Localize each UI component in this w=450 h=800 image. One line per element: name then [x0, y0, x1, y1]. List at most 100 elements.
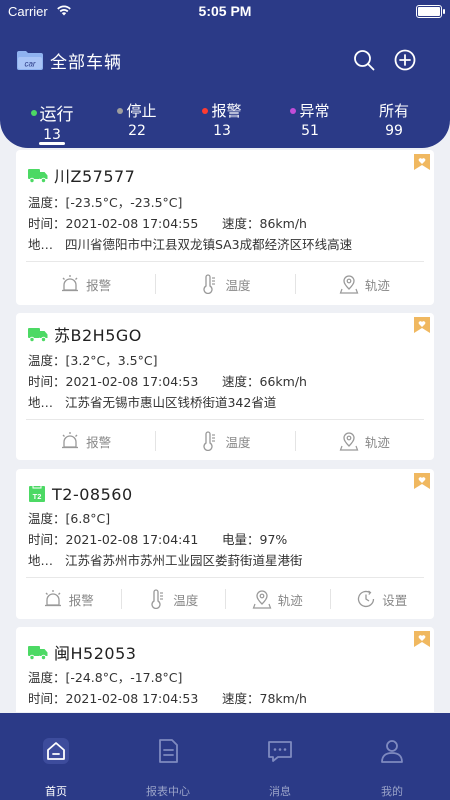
home-icon [43, 738, 69, 764]
bookmark-icon[interactable] [414, 473, 430, 489]
temperature-row: 温度：[-24.8°C，-17.8°C] [28, 670, 183, 685]
card-actions: 报警 温度 轨迹 [16, 264, 434, 304]
battery-value: 97% [259, 532, 288, 547]
tab-label: 所有 [378, 102, 409, 120]
tab-label: 停止 [126, 102, 157, 120]
temperature-value: [6.8°C] [65, 511, 111, 526]
temperature-value: [3.2°C，3.5°C] [65, 353, 158, 368]
tab-stopped[interactable]: 停止 22 [97, 100, 177, 139]
track-label: 轨迹 [277, 592, 303, 608]
time-value: 2021-02-08 17:04:55 [65, 216, 199, 231]
temperature-button[interactable]: 温度 [155, 264, 294, 304]
vehicle-card[interactable]: 闽H52053 温度：[-24.8°C，-17.8°C] 时间：2021-02-… [16, 627, 434, 712]
vehicle-card[interactable]: 苏B2H5GO 温度：[3.2°C，3.5°C] 时间：2021-02-08 1… [16, 313, 434, 460]
tab-label: 运行 [39, 105, 74, 125]
plate-number: 苏B2H5GO [54, 326, 142, 345]
speed-value: 66km/h [259, 374, 307, 389]
alarm-dot [202, 107, 209, 114]
time-row: 时间：2021-02-08 17:04:55 速度：86km/h [28, 216, 307, 231]
add-icon[interactable] [393, 48, 417, 72]
time-row: 时间：2021-02-08 17:04:53 速度：78km/h [28, 691, 307, 706]
track-button[interactable]: 轨迹 [294, 264, 434, 304]
card-actions: 报警 温度 轨迹 [16, 421, 434, 461]
tab-label: 异常 [299, 102, 330, 120]
tabbar-label: 报表中心 [146, 785, 190, 798]
time-value: 2021-02-08 17:04:53 [65, 691, 199, 706]
track-button[interactable]: 轨迹 [225, 579, 330, 619]
svg-text:car: car [24, 60, 35, 69]
vehicle-card[interactable]: 川Z57577 温度：[-23.5°C，-23.5°C] 时间：2021-02-… [16, 150, 434, 305]
settings-label: 设置 [382, 592, 408, 608]
tab-abnormal[interactable]: 异常 51 [270, 100, 350, 139]
tab-count: 99 [385, 123, 403, 139]
track-button[interactable]: 轨迹 [294, 421, 434, 461]
svg-text:T2: T2 [33, 492, 42, 501]
tabbar-report[interactable]: 报表中心 [112, 713, 224, 800]
thermometer-icon [203, 274, 216, 294]
truck-icon [28, 169, 48, 183]
profile-icon [381, 740, 403, 763]
vehicle-list[interactable]: 川Z57577 温度：[-23.5°C，-23.5°C] 时间：2021-02-… [16, 150, 434, 712]
bottom-tab-bar: 首页 报表中心 消息 我的 [0, 713, 450, 800]
stopped-dot [117, 107, 124, 114]
status-bar: Carrier 5:05 PM [0, 0, 450, 24]
title-bar: car 全部车辆 [16, 44, 122, 76]
plate-number: T2-08560 [52, 484, 133, 504]
card-divider [26, 419, 424, 420]
time-row: 时间：2021-02-08 17:04:41 电量：97% [28, 532, 288, 547]
alarm-button[interactable]: 报警 [16, 579, 121, 619]
abnormal-dot [290, 107, 297, 114]
alarm-button[interactable]: 报警 [16, 264, 155, 304]
tab-running[interactable]: 运行 13 [12, 100, 92, 143]
active-tab-indicator [39, 142, 65, 145]
address-value: 江苏省无锡市惠山区钱桥街道342省道 [64, 395, 277, 410]
plate-number: 川Z57577 [54, 167, 136, 186]
temperature-value: [-23.5°C，-23.5°C] [65, 195, 183, 210]
temperature-row: 温度：[6.8°C] [28, 511, 111, 526]
alarm-label: 报警 [86, 277, 112, 293]
address-row: 地… 江苏省无锡市惠山区钱桥街道342省道 [28, 395, 277, 410]
alarm-icon [44, 590, 61, 607]
settings-button[interactable]: 设置 [329, 579, 435, 619]
tabbar-home[interactable]: 首页 [0, 713, 112, 800]
temperature-button[interactable]: 温度 [155, 421, 294, 461]
tabbar-message[interactable]: 消息 [224, 713, 336, 800]
tab-count: 22 [128, 123, 146, 139]
address-row: 地… 四川省德阳市中江县双龙镇SA3成都经济区环线高速 [28, 237, 353, 252]
speed-value: 78km/h [259, 691, 307, 706]
card-actions: 报警 温度 轨迹 设置 [16, 579, 434, 619]
status-time: 5:05 PM [198, 3, 252, 19]
message-icon [268, 741, 292, 762]
vehicle-card[interactable]: T2 T2-08560 温度：[6.8°C] 时间：2021-02-08 17:… [16, 469, 434, 619]
address-value: 四川省德阳市中江县双龙镇SA3成都经济区环线高速 [64, 237, 353, 252]
bookmark-icon[interactable] [414, 631, 430, 647]
tabbar-profile[interactable]: 我的 [336, 713, 448, 800]
truck-icon [28, 328, 48, 342]
alarm-label: 报警 [68, 592, 94, 608]
t2-device-icon: T2 [29, 486, 45, 502]
tabbar-label: 首页 [45, 785, 67, 798]
tab-all[interactable]: 所有 99 [354, 100, 434, 139]
tabbar-label: 我的 [381, 785, 403, 798]
address-value: 江苏省苏州市苏州工业园区娄葑街道星港街 [64, 553, 303, 568]
tab-alarm[interactable]: 报警 13 [182, 100, 262, 139]
header: Carrier 5:05 PM car 全部车辆 运行 13 停止 22 报警 … [0, 0, 450, 148]
temperature-button[interactable]: 温度 [120, 579, 226, 619]
location-pin-icon [339, 432, 359, 451]
tab-count: 13 [43, 127, 61, 143]
tab-count: 13 [213, 123, 231, 139]
time-value: 2021-02-08 17:04:41 [65, 532, 199, 547]
tab-count: 51 [301, 123, 319, 139]
bookmark-icon[interactable] [414, 317, 430, 333]
alarm-icon [62, 432, 79, 449]
alarm-button[interactable]: 报警 [16, 421, 155, 461]
address-row: 地… 江苏省苏州市苏州工业园区娄葑街道星港街 [28, 553, 303, 568]
tab-label: 报警 [211, 102, 242, 120]
status-tabs: 运行 13 停止 22 报警 13 异常 51 所有 99 [0, 100, 450, 143]
speed-value: 86km/h [259, 216, 307, 231]
bookmark-icon[interactable] [414, 154, 430, 170]
card-divider [26, 577, 424, 578]
search-icon[interactable] [352, 48, 376, 72]
settings-clock-icon [358, 590, 375, 608]
temperature-label: 温度 [225, 434, 251, 450]
